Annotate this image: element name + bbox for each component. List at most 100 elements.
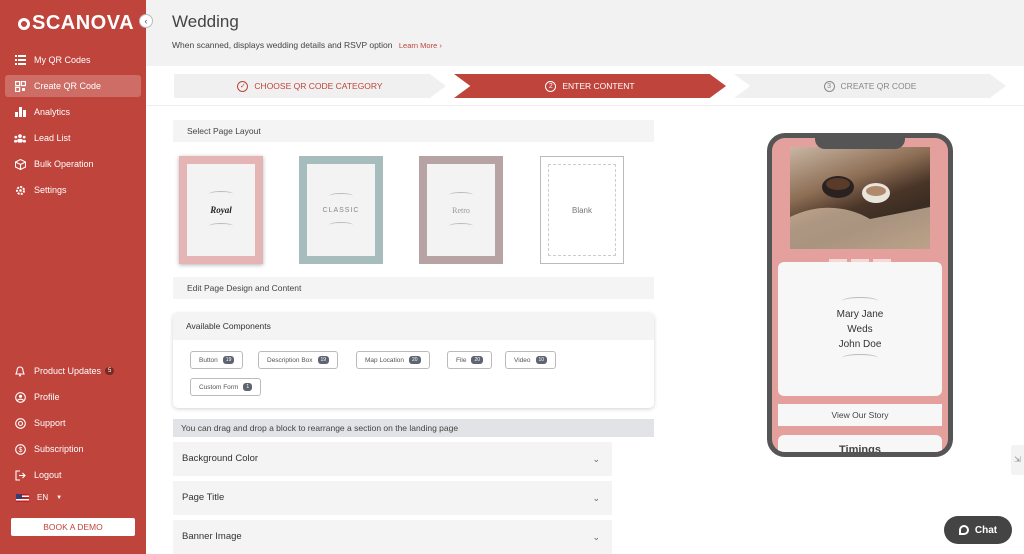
step-label: ENTER CONTENT — [562, 81, 635, 91]
view-our-story-button[interactable]: View Our Story — [778, 404, 942, 426]
users-icon — [14, 132, 26, 144]
sidebar-item-label: My QR Codes — [34, 55, 91, 65]
layout-label: Retro — [452, 205, 470, 215]
language-selector[interactable]: EN ▼ — [16, 493, 62, 502]
sidebar-item-label: Analytics — [34, 107, 71, 117]
bell-icon — [14, 365, 26, 377]
component-chip-custom-form[interactable]: Custom Form 1 — [190, 378, 262, 396]
step-number: 2 — [545, 80, 557, 92]
component-chip-map-location[interactable]: Map Location 20 — [356, 351, 430, 369]
chip-label: Description Box — [267, 356, 313, 364]
drag-drop-hint: You can drag and drop a block to rearran… — [173, 419, 654, 437]
accordion-banner-image[interactable]: Banner Image ⌄ — [173, 520, 612, 554]
gear-icon — [14, 184, 26, 196]
chip-count: 19 — [317, 356, 330, 364]
accordion-background-color[interactable]: Background Color ⌄ — [173, 442, 612, 476]
sidebar-item-label: Lead List — [34, 133, 71, 143]
sidebar-item-bulk-operation[interactable]: Bulk Operation — [5, 153, 141, 175]
sidebar-item-label: Logout — [34, 470, 62, 480]
layout-retro[interactable]: Retro — [419, 156, 503, 264]
layout-label: CLASSIC — [322, 206, 360, 214]
logo-mark-icon — [18, 17, 30, 30]
sidebar-item-analytics[interactable]: Analytics — [5, 101, 141, 123]
design-section-title: Edit Page Design and Content — [173, 277, 654, 299]
groom-name: John Doe — [838, 338, 882, 350]
us-flag-icon — [16, 493, 29, 502]
book-demo-button[interactable]: BOOK A DEMO — [11, 518, 135, 536]
user-icon — [14, 391, 26, 403]
floral-ornament-icon — [842, 353, 878, 362]
language-label: EN — [37, 493, 49, 502]
chat-button[interactable]: Chat — [944, 516, 1012, 544]
support-icon — [14, 417, 26, 429]
side-widget-tab[interactable]: ⇲ — [1011, 445, 1024, 475]
step-enter-content[interactable]: 2 ENTER CONTENT — [454, 74, 726, 98]
chevron-down-icon: ⌄ — [592, 493, 600, 503]
components-title: Available Components — [173, 313, 654, 340]
logo-text: SCANOVA — [32, 12, 135, 34]
phone-preview: Mary Jane Weds John Doe View Our Story T… — [767, 133, 953, 457]
sidebar-item-label: Profile — [34, 392, 60, 402]
component-chip-description-box[interactable]: Description Box 19 — [258, 351, 339, 369]
available-components-panel: Available Components Button 19 Descripti… — [173, 313, 654, 408]
sidebar-item-create-qr-code[interactable]: Create QR Code — [5, 75, 141, 97]
floral-ornament-icon — [842, 296, 878, 305]
layout-preview: Retro — [427, 164, 495, 256]
dollar-icon: $ — [14, 443, 26, 455]
accordion-label: Page Title — [182, 492, 225, 503]
layout-royal[interactable]: Royal — [179, 156, 263, 264]
sidebar-item-profile[interactable]: Profile — [5, 386, 141, 408]
step-create-qr-code[interactable]: 3 CREATE QR CODE — [734, 74, 1006, 98]
step-choose-category[interactable]: ✓ CHOOSE QR CODE CATEGORY — [174, 74, 446, 98]
page-subtitle: When scanned, displays wedding details a… — [172, 40, 442, 50]
logout-icon — [14, 469, 26, 481]
layout-section-title: Select Page Layout — [173, 120, 654, 142]
page-header: Wedding When scanned, displays wedding d… — [146, 0, 1024, 66]
step-label: CREATE QR CODE — [840, 81, 917, 91]
sidebar-item-label: Create QR Code — [34, 81, 102, 91]
sidebar-item-my-qr-codes[interactable]: My QR Codes — [5, 49, 141, 71]
floral-ornament-icon — [449, 191, 473, 198]
layout-classic[interactable]: CLASSIC — [299, 156, 383, 264]
component-chip-button[interactable]: Button 19 — [190, 351, 244, 369]
banner-photo — [790, 147, 930, 249]
chip-count: 20 — [409, 356, 421, 364]
sidebar-item-settings[interactable]: Settings — [5, 179, 141, 201]
floral-ornament-icon — [449, 222, 473, 229]
chip-label: Map Location — [365, 356, 405, 364]
expand-icon: ⇲ — [1014, 455, 1021, 464]
chip-label: Custom Form — [199, 383, 239, 391]
check-circle-icon: ✓ — [237, 80, 249, 92]
chip-count: 20 — [471, 356, 484, 364]
chip-count: 1 — [243, 383, 253, 391]
sidebar-item-label: Product Updates — [34, 366, 102, 376]
layout-preview: CLASSIC — [307, 164, 375, 256]
progress-steps: ✓ CHOOSE QR CODE CATEGORY 2 ENTER CONTEN… — [146, 66, 1024, 106]
sidebar-item-product-updates[interactable]: Product Updates 5 — [5, 360, 141, 382]
scanova-logo[interactable]: SCANOVA — [18, 12, 134, 35]
layout-blank[interactable]: Blank — [540, 156, 624, 264]
chat-bubble-icon — [958, 525, 969, 535]
layout-label: Blank — [571, 205, 592, 215]
collapse-sidebar-button[interactable]: ‹ — [139, 14, 153, 28]
page-title: Wedding — [172, 12, 239, 31]
chip-label: Button — [199, 356, 218, 364]
layout-preview: Royal — [187, 164, 255, 256]
sidebar-item-label: Subscription — [34, 444, 84, 454]
chevron-left-icon: ‹ — [144, 16, 148, 26]
component-chip-file[interactable]: File 20 — [447, 351, 493, 369]
component-chip-video[interactable]: Video 10 — [505, 351, 557, 369]
chip-count: 10 — [535, 356, 548, 364]
sidebar-item-logout[interactable]: Logout — [5, 464, 141, 486]
qr-icon — [14, 80, 26, 92]
learn-more-link[interactable]: Learn More › — [399, 41, 442, 50]
accordion-page-title[interactable]: Page Title ⌄ — [173, 481, 612, 515]
sidebar-item-support[interactable]: Support — [5, 412, 141, 434]
accordion-label: Banner Image — [182, 531, 242, 542]
floral-ornament-icon — [209, 223, 233, 229]
sidebar-item-lead-list[interactable]: Lead List — [5, 127, 141, 149]
accordion-label: Background Color — [182, 453, 259, 464]
floral-ornament-icon — [329, 221, 353, 228]
page-description: When scanned, displays wedding details a… — [172, 40, 393, 50]
sidebar-item-subscription[interactable]: $ Subscription — [5, 438, 141, 460]
